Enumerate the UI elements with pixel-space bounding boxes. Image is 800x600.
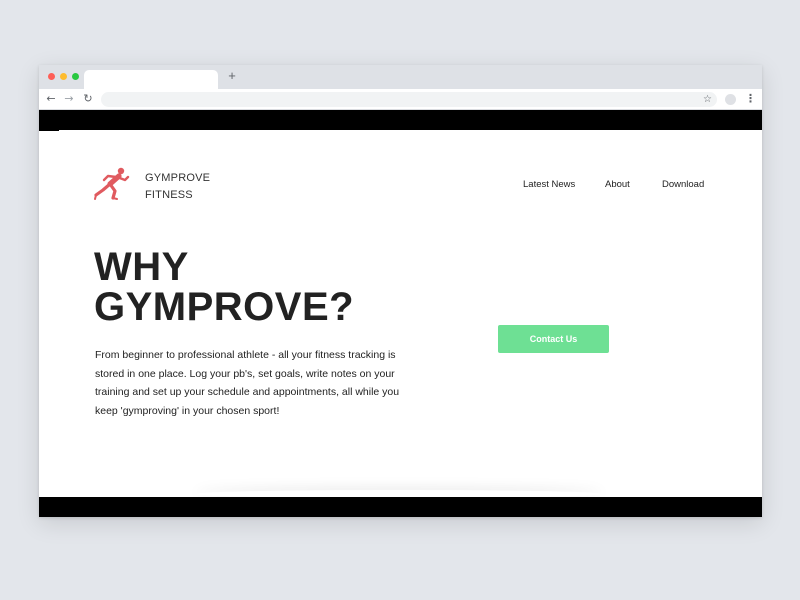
close-window-button[interactable]	[48, 73, 55, 80]
sprinter-icon[interactable]	[94, 165, 130, 205]
profile-avatar[interactable]	[725, 94, 736, 105]
back-arrow-icon[interactable]: ←	[44, 91, 58, 107]
browser-toolbar: ← → ↻ ☆ ⋮	[39, 89, 762, 110]
top-black-bar	[39, 110, 762, 131]
reload-icon[interactable]: ↻	[81, 91, 95, 107]
brand-line-1: GYMPROVE	[145, 172, 211, 184]
bottom-black-bar	[39, 497, 762, 517]
address-bar[interactable]: ☆	[101, 92, 717, 107]
headline-line-1: WHY	[94, 245, 189, 289]
contact-us-button[interactable]: Contact Us	[498, 325, 609, 353]
new-tab-icon[interactable]: +	[225, 68, 239, 84]
brand-line-2: FITNESS	[145, 189, 193, 201]
page-viewport: GYMPROVE FITNESS Latest News About Downl…	[39, 110, 762, 517]
nav-download[interactable]: Download	[662, 179, 704, 190]
browser-menu-icon[interactable]: ⋮	[745, 91, 756, 107]
browser-window: + ← → ↻ ☆ ⋮ GYMPROVE FITNESS Latest News…	[39, 65, 762, 517]
tab-strip: +	[39, 65, 762, 89]
headline-line-2: GYMPROVE?	[94, 285, 355, 329]
minimize-window-button[interactable]	[60, 73, 67, 80]
forward-arrow-icon[interactable]: →	[62, 91, 76, 107]
nav-about[interactable]: About	[605, 179, 630, 190]
hero-headline: WHY GYMPROVE?	[94, 247, 414, 327]
nav-latest-news[interactable]: Latest News	[523, 179, 575, 190]
hero-description: From beginner to professional athlete - …	[95, 349, 400, 417]
bookmark-star-icon[interactable]: ☆	[703, 92, 712, 107]
browser-tab[interactable]	[84, 70, 218, 89]
maximize-window-button[interactable]	[72, 73, 79, 80]
brand-name[interactable]: GYMPROVE FITNESS	[145, 170, 265, 204]
